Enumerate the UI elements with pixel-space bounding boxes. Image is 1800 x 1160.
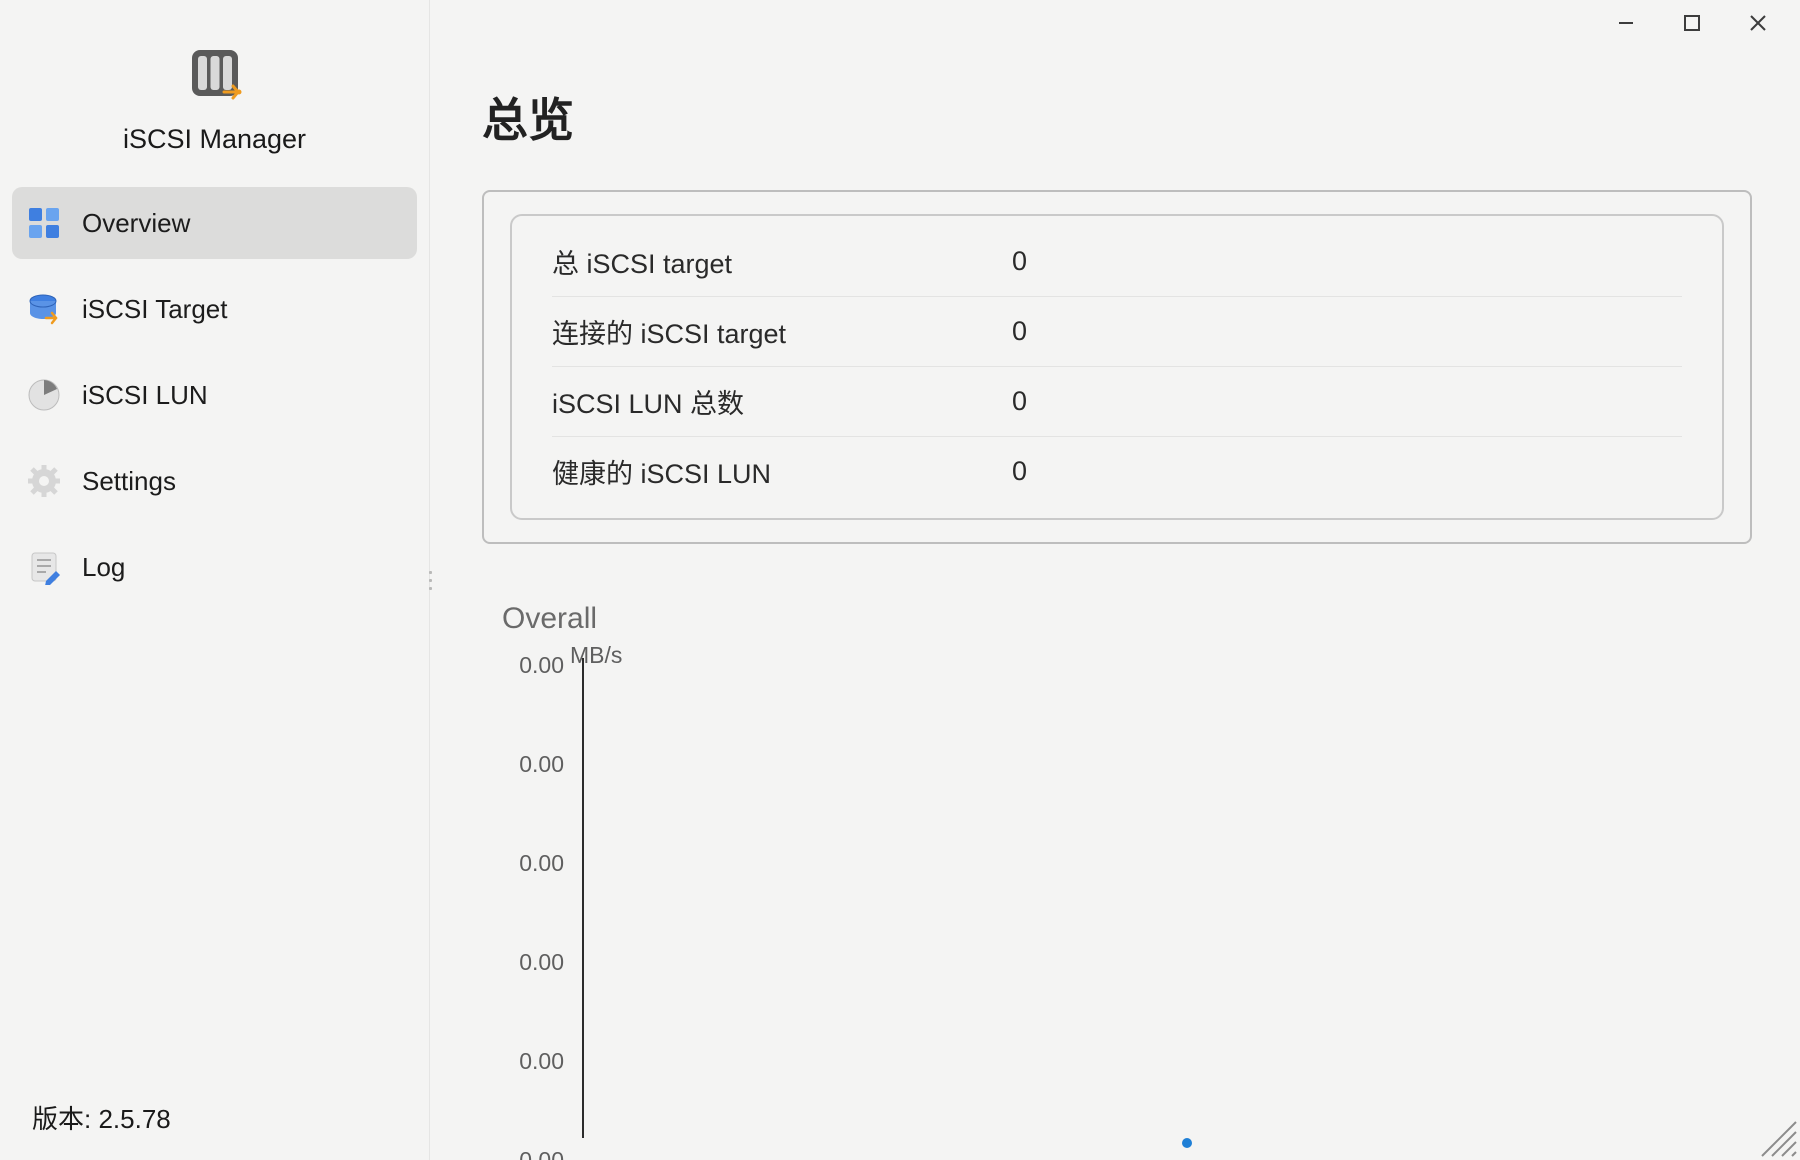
stat-row: iSCSI LUN 总数 0 bbox=[552, 366, 1682, 436]
sidebar-item-lun[interactable]: iSCSI LUN bbox=[12, 359, 417, 431]
stats-card: 总 iSCSI target 0 连接的 iSCSI target 0 iSCS… bbox=[482, 190, 1752, 544]
chart-y-tick: 0.00 bbox=[502, 949, 564, 976]
stat-label: 健康的 iSCSI LUN bbox=[552, 452, 1012, 491]
stat-label: iSCSI LUN 总数 bbox=[552, 382, 1012, 421]
sidebar-item-overview[interactable]: Overview bbox=[12, 187, 417, 259]
page-title: 总览 bbox=[482, 84, 1752, 150]
window-resize-grip[interactable] bbox=[1752, 1112, 1798, 1158]
overview-icon bbox=[26, 205, 62, 241]
main-content: 总览 总 iSCSI target 0 连接的 iSCSI target 0 i… bbox=[430, 0, 1800, 1160]
sidebar-item-label: iSCSI Target bbox=[82, 294, 227, 325]
stats-card-inner: 总 iSCSI target 0 连接的 iSCSI target 0 iSCS… bbox=[510, 214, 1724, 520]
sidebar-item-target[interactable]: iSCSI Target bbox=[12, 273, 417, 345]
target-icon bbox=[26, 291, 62, 327]
stat-row: 健康的 iSCSI LUN 0 bbox=[552, 436, 1682, 506]
sidebar-item-label: Log bbox=[82, 552, 125, 583]
chart-y-tick: 0.00 bbox=[502, 751, 564, 778]
sidebar-item-label: iSCSI LUN bbox=[82, 380, 208, 411]
gear-icon bbox=[26, 463, 62, 499]
chart-data-point bbox=[1182, 1138, 1192, 1148]
stat-label: 总 iSCSI target bbox=[552, 242, 1012, 281]
version-label: 版本: 2.5.78 bbox=[32, 1099, 171, 1136]
app-window: iSCSI Manager Overview iSCSI Target iSCS… bbox=[0, 0, 1800, 1160]
sidebar-item-label: Overview bbox=[82, 208, 190, 239]
app-logo-icon bbox=[186, 44, 244, 102]
chart-title: Overall bbox=[502, 602, 1752, 636]
stat-label: 连接的 iSCSI target bbox=[552, 312, 1012, 351]
sidebar-nav: Overview iSCSI Target iSCSI LUN Settings bbox=[0, 183, 429, 603]
app-brand: iSCSI Manager bbox=[0, 0, 429, 183]
sidebar-item-log[interactable]: Log bbox=[12, 531, 417, 603]
sidebar: iSCSI Manager Overview iSCSI Target iSCS… bbox=[0, 0, 430, 1160]
sidebar-item-label: Settings bbox=[82, 466, 176, 497]
chart-y-ticks: 0.00 0.00 0.00 0.00 0.00 0.00 bbox=[502, 652, 564, 1160]
stat-row: 连接的 iSCSI target 0 bbox=[552, 296, 1682, 366]
stat-value: 0 bbox=[1012, 316, 1027, 347]
log-icon bbox=[26, 549, 62, 585]
chart-y-tick: 0.00 bbox=[502, 850, 564, 877]
chart-plot-area bbox=[582, 658, 1762, 1138]
stat-row: 总 iSCSI target 0 bbox=[552, 226, 1682, 296]
chart-y-tick: 0.00 bbox=[502, 1147, 564, 1160]
app-title: iSCSI Manager bbox=[123, 124, 306, 155]
stat-value: 0 bbox=[1012, 456, 1027, 487]
sidebar-item-settings[interactable]: Settings bbox=[12, 445, 417, 517]
stat-value: 0 bbox=[1012, 246, 1027, 277]
chart-y-tick: 0.00 bbox=[502, 1048, 564, 1075]
stat-value: 0 bbox=[1012, 386, 1027, 417]
chart-y-tick: 0.00 bbox=[502, 652, 564, 679]
lun-icon bbox=[26, 377, 62, 413]
